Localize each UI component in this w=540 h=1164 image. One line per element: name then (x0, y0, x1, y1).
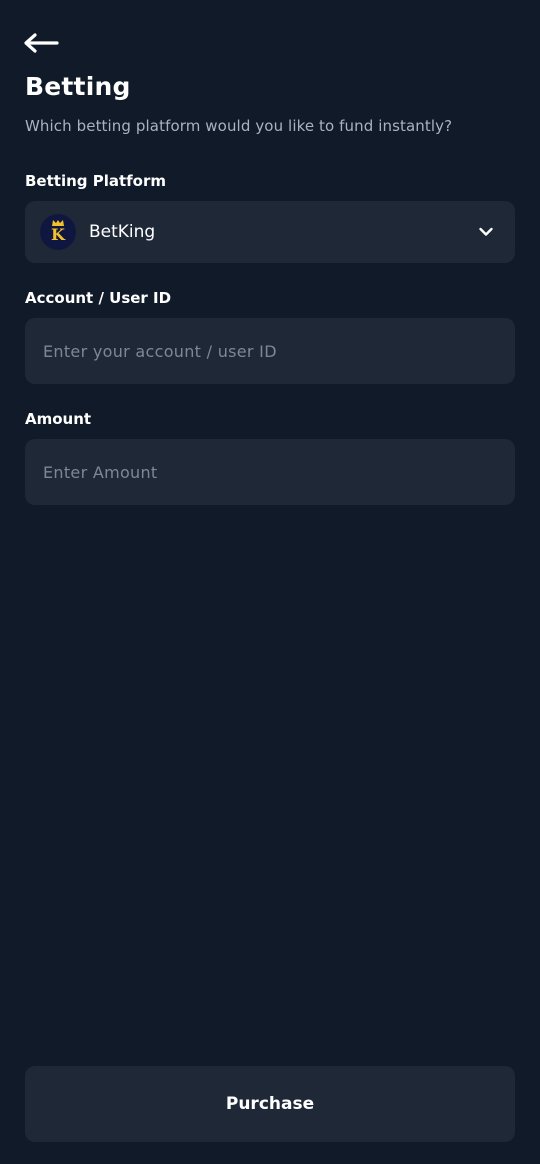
logo-letter: K (51, 225, 65, 244)
account-id-field-container (25, 318, 515, 384)
betking-logo-icon: K (40, 214, 76, 250)
betting-screen: Betting Which betting platform would you… (0, 0, 540, 1164)
amount-input[interactable] (43, 462, 497, 482)
amount-field-container (25, 439, 515, 505)
crown-icon (52, 220, 64, 226)
purchase-button[interactable]: Purchase (25, 1066, 515, 1142)
page-subtitle: Which betting platform would you like to… (25, 117, 453, 135)
back-button[interactable] (22, 28, 66, 58)
account-id-label: Account / User ID (25, 289, 172, 307)
page-title: Betting (25, 72, 131, 101)
betting-platform-select[interactable]: K BetKing (25, 201, 515, 263)
amount-label: Amount (25, 410, 92, 428)
arrow-left-icon (24, 33, 59, 53)
chevron-down-icon (479, 227, 493, 236)
account-id-input[interactable] (43, 341, 497, 361)
betting-platform-label: Betting Platform (25, 172, 167, 190)
selected-platform: BetKing (89, 222, 156, 242)
